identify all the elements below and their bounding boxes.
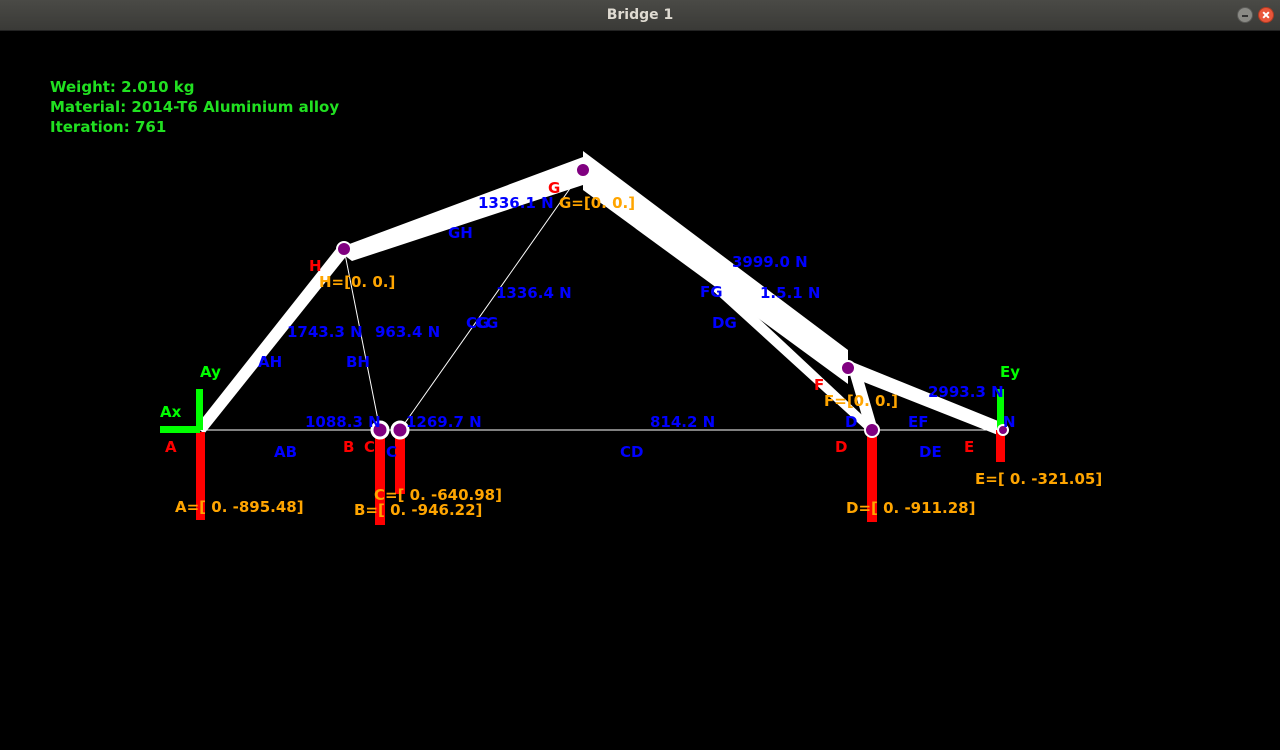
member-label-de: DE bbox=[919, 443, 942, 461]
member-label-dg: DG bbox=[712, 314, 737, 332]
load-readout-e: E=[ 0. -321.05] bbox=[975, 470, 1102, 488]
member-label-c-overlap: C bbox=[386, 443, 397, 461]
node-label-c: C bbox=[364, 438, 375, 456]
node-f[interactable] bbox=[840, 360, 856, 376]
load-readout-h: H=[0. 0.] bbox=[319, 273, 395, 291]
load-readout-c: C=[ 0. -640.98] bbox=[374, 486, 502, 504]
member-force-gh: 1336.1 N bbox=[478, 194, 554, 212]
node-label-b: B bbox=[343, 438, 354, 456]
member-force-cg: 1269.7 N bbox=[406, 413, 482, 431]
load-readout-d: D=[ 0. -911.28] bbox=[846, 499, 975, 517]
member-label-ah: AH bbox=[258, 353, 282, 371]
member-tag-e: N bbox=[1003, 413, 1016, 431]
node-h[interactable] bbox=[336, 241, 352, 257]
member-force-overlap-2: 1.5.1 N bbox=[760, 284, 820, 302]
member-label-bh: BH bbox=[346, 353, 370, 371]
member-label-ef: EF bbox=[908, 413, 929, 431]
load-readouts: A=[ 0. -895.48] B=[ 0. -946.22] C=[ 0. -… bbox=[175, 194, 1102, 519]
node-label-e: E bbox=[964, 438, 974, 456]
member-label-ab: AB bbox=[274, 443, 297, 461]
minimize-button[interactable] bbox=[1237, 7, 1253, 23]
load-readout-a: A=[ 0. -895.48] bbox=[175, 498, 304, 516]
reaction-label-ey: Ey bbox=[1000, 363, 1020, 381]
title-bar[interactable]: Bridge 1 bbox=[0, 0, 1280, 31]
reaction-label-ay: Ay bbox=[200, 363, 221, 381]
member-tag-d: D bbox=[845, 413, 857, 431]
member-force-overlap-1: 1336.4 N bbox=[496, 284, 572, 302]
member-label-fg: FG bbox=[700, 283, 723, 301]
reaction-bar-ay bbox=[196, 389, 203, 430]
node-label-a: A bbox=[165, 438, 177, 456]
member-force-bc: 1088.3 N bbox=[305, 413, 381, 431]
member-label-gh: GH bbox=[448, 224, 473, 242]
member-force-ah: 1743.3 N bbox=[287, 323, 363, 341]
member-fg bbox=[583, 151, 848, 384]
member-force-ef: 2993.3 N bbox=[928, 383, 1004, 401]
member-label-cd: CD bbox=[620, 443, 643, 461]
load-readout-f: F=[0. 0.] bbox=[824, 392, 898, 410]
node-g[interactable] bbox=[575, 162, 591, 178]
member-force-cd: 814.2 N bbox=[650, 413, 715, 431]
reaction-label-ax: Ax bbox=[160, 403, 182, 421]
node-d[interactable] bbox=[864, 422, 880, 438]
node-label-f: F bbox=[814, 376, 824, 394]
close-button[interactable] bbox=[1258, 7, 1274, 23]
member-label-cg-overlap: CG bbox=[475, 314, 498, 332]
member-force-fg: 3999.0 N bbox=[732, 253, 808, 271]
truss-canvas: A B C D E F G H AB AH 1743.3 N BH 963.4 … bbox=[160, 151, 1102, 525]
member-force-bh: 963.4 N bbox=[375, 323, 440, 341]
node-label-d: D bbox=[835, 438, 847, 456]
window-title: Bridge 1 bbox=[606, 7, 674, 23]
member-labels: AB AH 1743.3 N BH 963.4 N 1088.3 N C CD … bbox=[258, 194, 1016, 461]
reaction-bar-ax bbox=[160, 426, 200, 433]
load-bar-c bbox=[395, 432, 405, 494]
load-readout-g: G=[0. 0.] bbox=[559, 194, 635, 212]
